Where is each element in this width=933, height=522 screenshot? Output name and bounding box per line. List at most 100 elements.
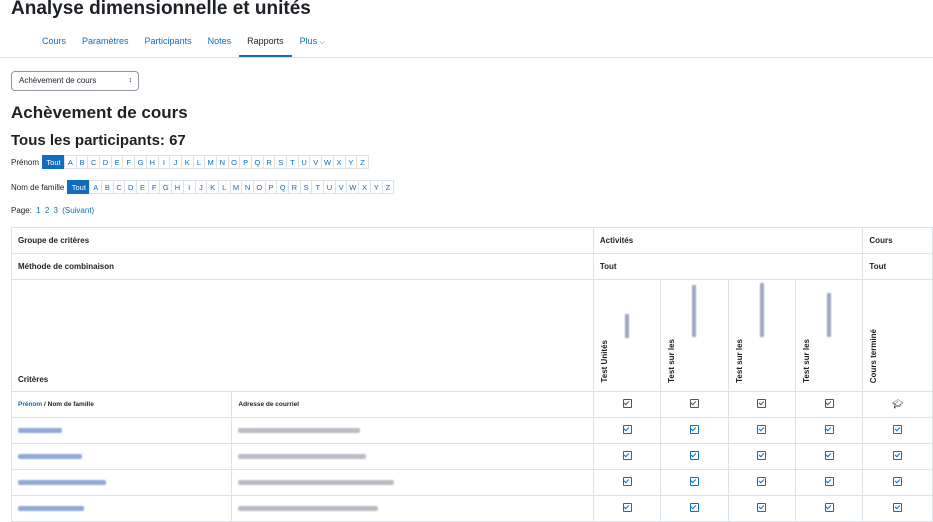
course-completion-cell — [862, 495, 933, 522]
criterion-title-3: Test sur les — [734, 339, 744, 383]
paging-label: Page: — [11, 206, 32, 215]
activity-type-cell — [795, 391, 864, 418]
activity-completion-cell — [727, 417, 797, 444]
activity-completion-cell — [660, 469, 729, 496]
checkbox-icon — [689, 399, 699, 408]
checked-box-icon — [757, 477, 767, 486]
checkbox-icon — [622, 399, 632, 408]
activity-completion-cell — [660, 495, 729, 522]
report-selector-value: Achèvement de cours — [19, 76, 97, 85]
activity-completion-cell — [727, 495, 797, 522]
email-column-header: Adresse de courriel — [231, 391, 594, 418]
lastname-filter-all[interactable]: Tout — [67, 180, 91, 194]
activity-completion-cell — [592, 443, 662, 470]
activity-completion-cell — [795, 417, 864, 444]
redacted-title — [759, 283, 764, 338]
redacted-name — [18, 506, 84, 511]
course-method: Tout — [862, 253, 933, 280]
redacted-name — [18, 454, 82, 459]
checked-box-icon — [824, 425, 834, 434]
participant-name-cell[interactable] — [10, 495, 233, 522]
participant-name-cell[interactable] — [10, 443, 233, 470]
lastname-letter-bar: Tout A B C D E F G H I J K L M N O P Q R S T U V W X Y Z — [67, 180, 395, 194]
checked-box-icon — [622, 477, 632, 486]
lastname-filter-letter-z[interactable]: Z — [381, 180, 395, 194]
checked-box-icon — [757, 425, 767, 434]
checked-box-icon — [689, 425, 699, 434]
firstname-filter-letter-z[interactable]: Z — [356, 155, 369, 169]
participant-name-cell[interactable] — [10, 469, 233, 496]
activity-completion-cell — [727, 469, 797, 496]
nav-tab-parametres[interactable]: Paramètres — [74, 30, 137, 57]
checkbox-icon — [824, 399, 834, 408]
activity-completion-cell — [795, 469, 864, 496]
activity-type-cell — [592, 391, 662, 418]
firstname-filter: Prénom Tout A B C D E F G H I J K L M N O P Q R S T U V W X Y Z — [11, 155, 369, 169]
sort-lastname-link[interactable]: Nom de famille — [48, 401, 94, 408]
redacted-title — [625, 314, 630, 339]
table-row — [10, 443, 933, 470]
activity-completion-cell — [592, 469, 662, 496]
activity-type-cell — [660, 391, 729, 418]
redacted-email — [238, 506, 379, 511]
report-heading: Achèvement de cours — [11, 103, 188, 122]
course-complete-title: Cours terminé — [869, 328, 879, 383]
table-row — [10, 469, 933, 496]
secondary-navigation: Cours Paramètres Participants Notes Rapp… — [34, 30, 333, 57]
nav-divider — [0, 57, 933, 58]
nav-plus-label: Plus — [299, 36, 318, 46]
criterion-column-4[interactable]: Test sur les — [795, 279, 864, 392]
nav-tab-cours[interactable]: Cours — [34, 30, 74, 57]
course-title: Analyse dimensionnelle et unités — [11, 0, 311, 19]
redacted-name — [18, 428, 62, 433]
participant-email-cell — [231, 417, 594, 444]
redacted-name — [18, 480, 106, 485]
pagination: Page: 1 2 3 (Suivant) — [11, 206, 94, 215]
activity-completion-cell — [592, 417, 662, 444]
activities-header: Activités — [592, 227, 864, 254]
checked-box-icon — [893, 425, 903, 434]
firstname-filter-all[interactable]: Tout — [42, 155, 66, 169]
firstname-filter-label: Prénom — [11, 157, 40, 167]
criterion-column-1[interactable]: Test Unités — [592, 279, 662, 392]
page-link-3[interactable]: 3 — [54, 206, 58, 215]
criteria-label: Critères — [11, 279, 594, 392]
redacted-title — [827, 293, 832, 338]
table-row — [10, 417, 933, 444]
checked-box-icon — [824, 451, 834, 460]
participant-email-cell — [231, 495, 594, 522]
criterion-title-4: Test sur les — [802, 339, 812, 383]
nav-tab-participants[interactable]: Participants — [137, 30, 200, 57]
aggregation-method-label: Méthode de combinaison — [11, 253, 594, 280]
redacted-email — [238, 428, 361, 433]
criterion-column-3[interactable]: Test sur les — [727, 279, 797, 392]
checked-box-icon — [622, 451, 632, 460]
checked-box-icon — [893, 451, 903, 460]
criterion-title-2: Test sur les — [667, 339, 677, 383]
redacted-email — [238, 454, 367, 459]
page-link-2[interactable]: 2 — [45, 206, 49, 215]
nav-tab-plus[interactable]: Plus ⌵ — [292, 30, 333, 57]
criterion-column-2[interactable]: Test sur les — [660, 279, 729, 392]
name-column-header: Prénom / Nom de famille — [10, 391, 233, 418]
activity-completion-cell — [660, 443, 729, 470]
course-completion-cell — [862, 443, 933, 470]
page-link-1[interactable]: 1 — [36, 206, 40, 215]
activity-completion-cell — [592, 495, 662, 522]
sort-firstname-link[interactable]: Prénom — [18, 401, 42, 408]
next-page-link[interactable]: (Suivant) — [62, 206, 94, 215]
participants-count: Tous les participants: 67 — [11, 132, 186, 149]
participant-email-cell — [231, 443, 594, 470]
redacted-title — [692, 285, 697, 338]
checked-box-icon — [824, 477, 834, 486]
report-selector[interactable]: Achèvement de cours ↕ — [11, 71, 139, 91]
firstname-letter-bar: Tout A B C D E F G H I J K L M N O P Q R S T U V W X Y Z — [42, 155, 369, 169]
participant-name-cell[interactable] — [10, 417, 233, 444]
checked-box-icon — [689, 477, 699, 486]
course-header: Cours — [862, 227, 933, 254]
nav-tab-rapports[interactable]: Rapports — [239, 30, 292, 57]
nav-tab-notes[interactable]: Notes — [200, 30, 240, 57]
activity-completion-cell — [727, 443, 797, 470]
lastname-filter-label: Nom de famille — [11, 182, 65, 192]
completion-report-table: Groupe de critères Activités Cours Métho… — [10, 227, 933, 522]
